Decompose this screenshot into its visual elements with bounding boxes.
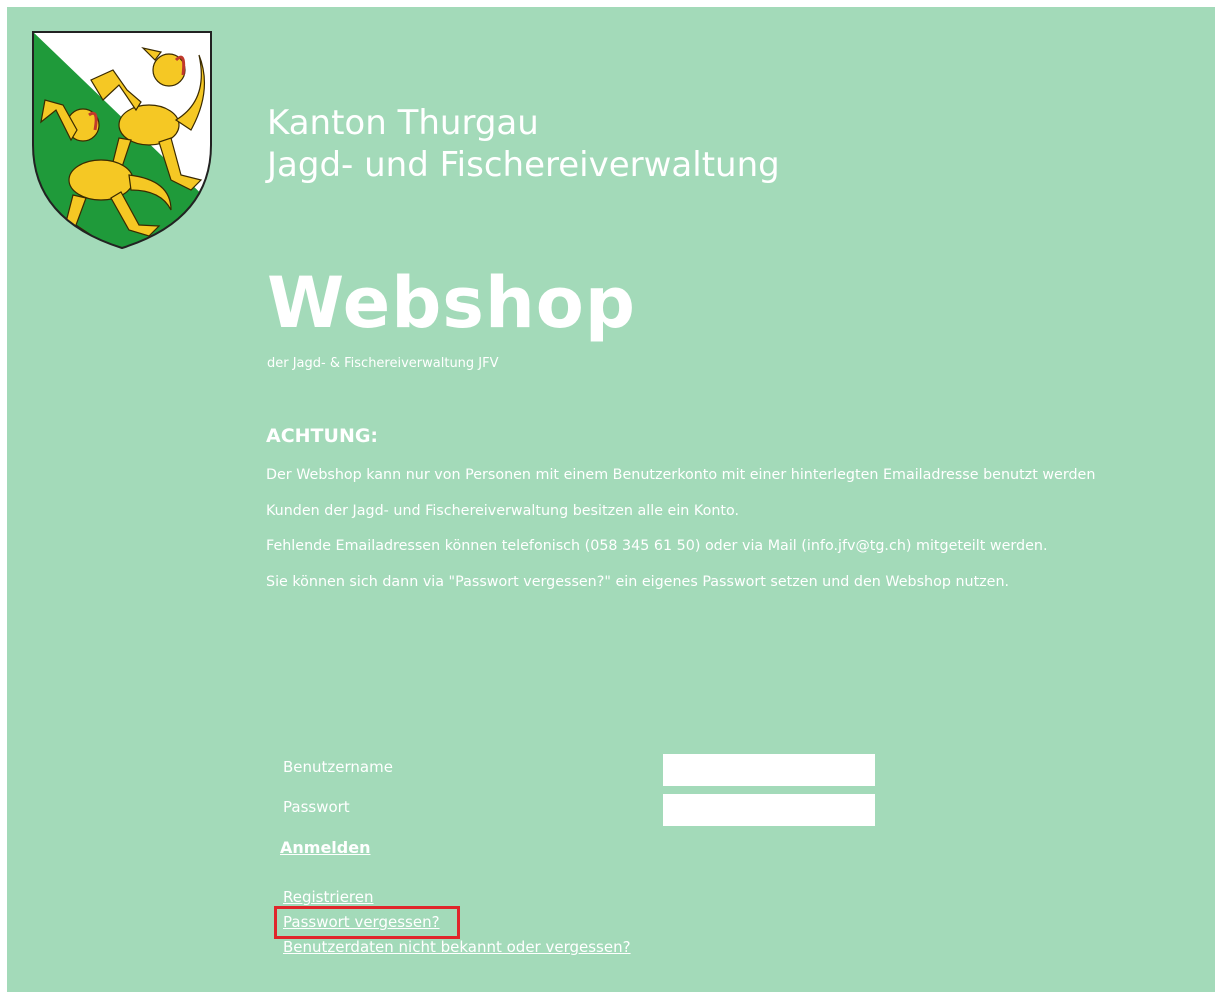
notice-line: Fehlende Emailadressen können telefonisc…	[266, 538, 1048, 554]
thurgau-coat-of-arms-icon	[32, 31, 212, 250]
notice-line: Der Webshop kann nur von Personen mit ei…	[266, 467, 1096, 483]
notice-heading: ACHTUNG:	[266, 425, 379, 447]
register-link[interactable]: Registrieren	[283, 888, 374, 906]
password-label: Passwort	[283, 798, 350, 816]
forgot-password-link[interactable]: Passwort vergessen?	[283, 913, 440, 931]
header-title: Kanton Thurgau Jagd- und Fischereiverwal…	[267, 102, 780, 186]
notice-line: Kunden der Jagd- und Fischereiverwaltung…	[266, 502, 740, 519]
org-department: Jagd- und Fischereiverwaltung	[267, 145, 780, 185]
password-field[interactable]	[663, 794, 875, 826]
notice-text: Der Webshop kann nur von Personen mit ei…	[266, 465, 1095, 607]
page-subtitle: der Jagd- & Fischereiverwaltung JFV	[267, 356, 499, 371]
username-label: Benutzername	[283, 758, 393, 776]
login-button[interactable]: Anmelden	[280, 838, 370, 857]
unknown-credentials-link[interactable]: Benutzerdaten nicht bekannt oder vergess…	[283, 938, 631, 956]
username-field[interactable]	[663, 754, 875, 786]
page-title: Webshop	[267, 262, 636, 344]
org-name: Kanton Thurgau	[267, 103, 539, 143]
notice-line: Sie können sich dann via "Passwort verge…	[266, 573, 1010, 590]
